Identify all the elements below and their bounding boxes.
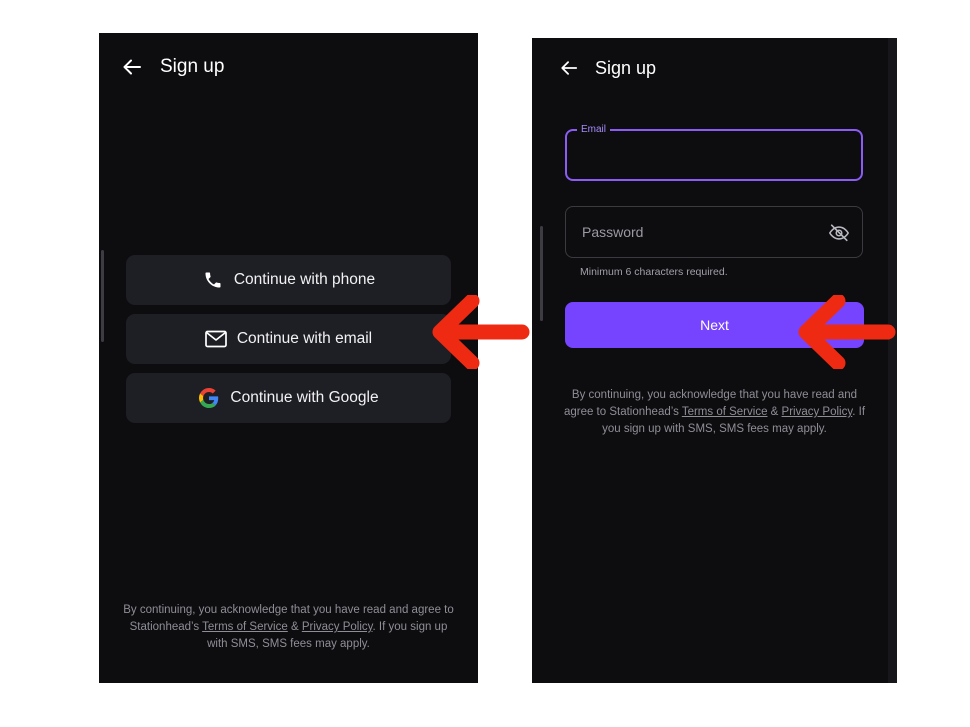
google-logo-icon — [198, 387, 220, 409]
button-label: Continue with Google — [230, 389, 379, 406]
disclaimer-text: & — [287, 621, 302, 633]
continue-with-phone-button[interactable]: Continue with phone — [126, 255, 451, 305]
privacy-policy-link[interactable]: Privacy Policy — [302, 621, 373, 633]
legal-disclaimer: By continuing, you acknowledge that you … — [562, 387, 867, 438]
button-label: Continue with email — [236, 330, 373, 347]
eye-off-icon[interactable] — [828, 222, 850, 244]
continue-with-google-button[interactable]: Continue with Google — [126, 373, 451, 423]
back-arrow-icon[interactable] — [120, 55, 144, 79]
password-input[interactable] — [580, 207, 818, 257]
disclaimer-text: & — [767, 406, 782, 418]
page-title: Sign up — [595, 57, 657, 78]
mail-icon — [205, 328, 227, 350]
annotation-arrow-icon — [432, 295, 530, 369]
privacy-policy-link[interactable]: Privacy Policy — [782, 406, 853, 418]
password-hint: Minimum 6 characters required. — [580, 266, 728, 278]
email-input[interactable] — [581, 131, 817, 179]
button-label: Continue with phone — [233, 271, 376, 288]
scroll-indicator[interactable] — [101, 250, 104, 342]
header: Sign up — [557, 56, 656, 80]
header: Sign up — [120, 55, 224, 79]
password-field[interactable] — [565, 206, 863, 258]
phone-icon — [202, 269, 224, 291]
scroll-indicator[interactable] — [540, 226, 543, 321]
page-title: Sign up — [160, 56, 225, 77]
email-field[interactable]: Email — [565, 123, 863, 181]
annotation-arrow-icon — [798, 295, 896, 369]
legal-disclaimer: By continuing, you acknowledge that you … — [121, 602, 456, 653]
continue-with-email-button[interactable]: Continue with email — [126, 314, 451, 364]
signup-options-screen: Sign up Continue with phone Continue wit… — [99, 33, 478, 683]
terms-of-service-link[interactable]: Terms of Service — [682, 406, 768, 418]
terms-of-service-link[interactable]: Terms of Service — [202, 621, 288, 633]
back-arrow-icon[interactable] — [557, 56, 581, 80]
